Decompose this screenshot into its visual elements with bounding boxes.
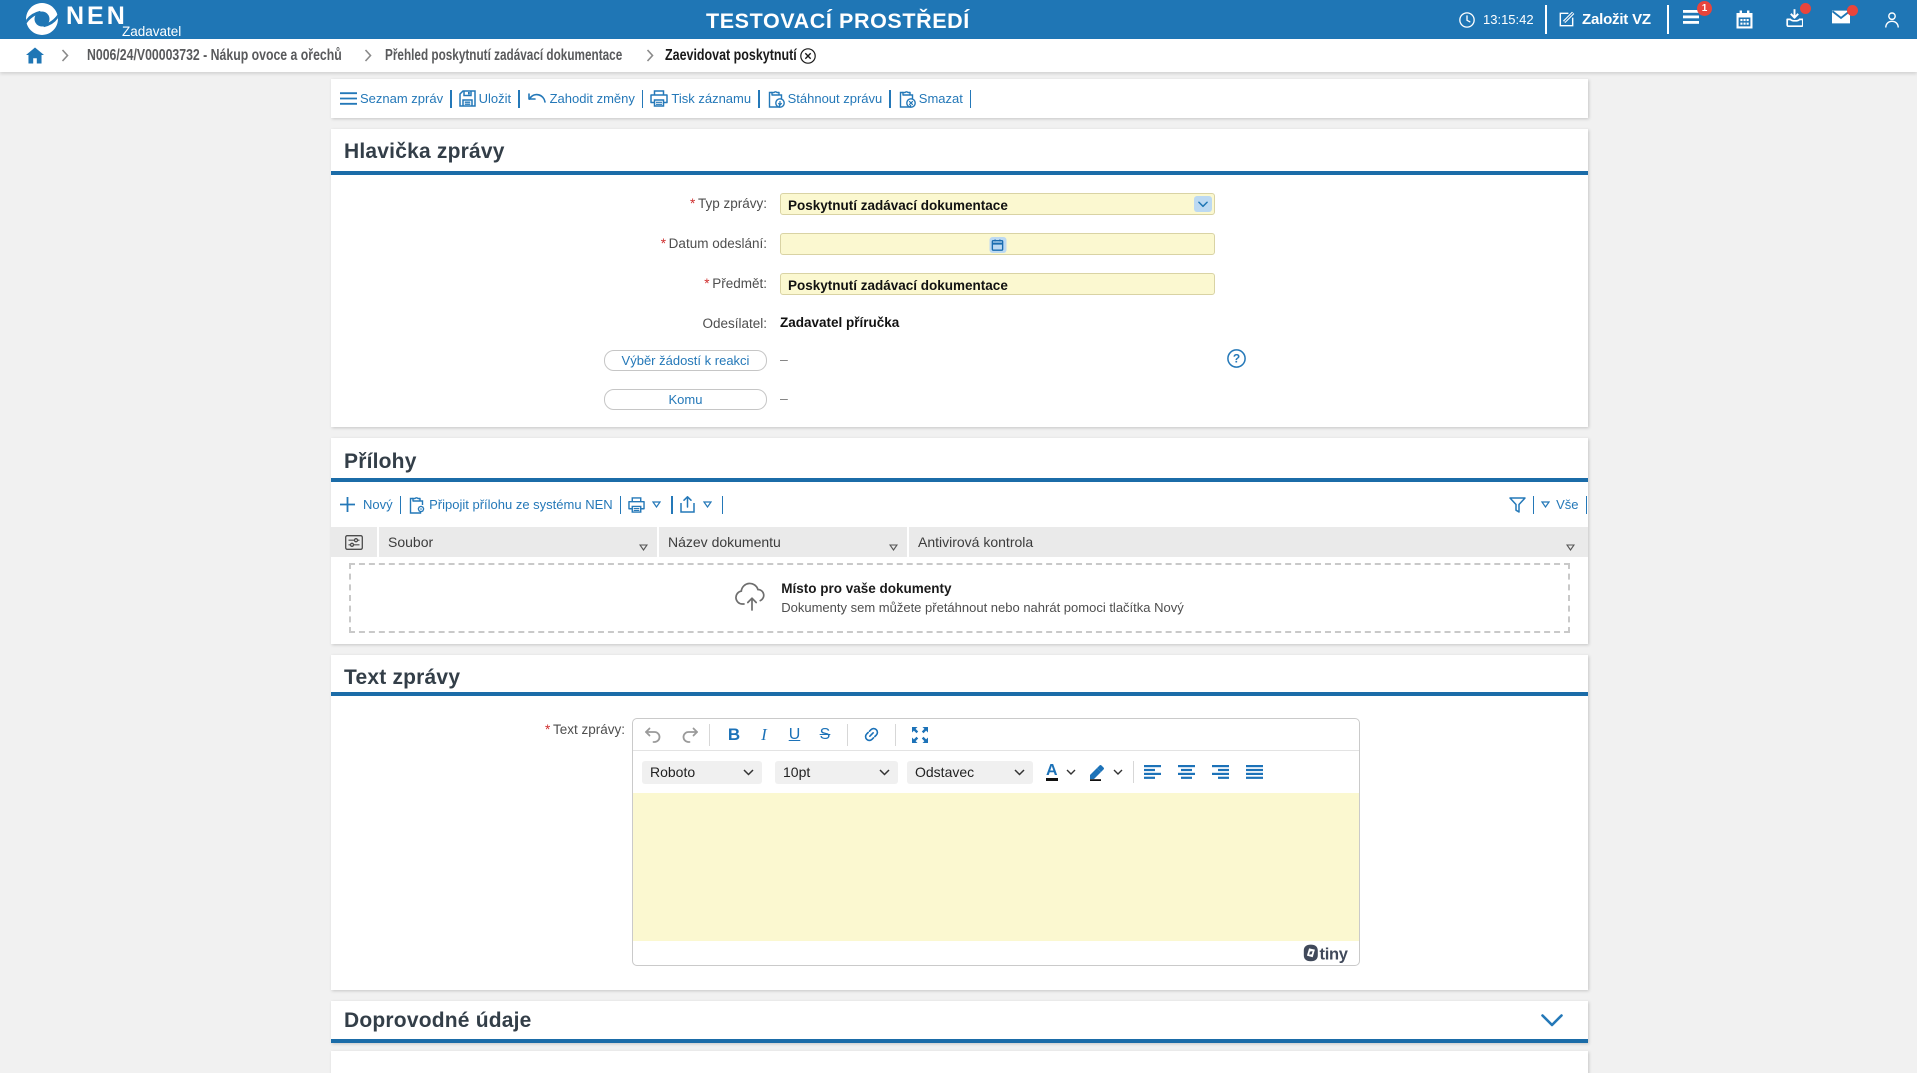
svg-text:?: ? <box>1233 352 1240 366</box>
svg-text:tiny: tiny <box>1320 946 1349 964</box>
